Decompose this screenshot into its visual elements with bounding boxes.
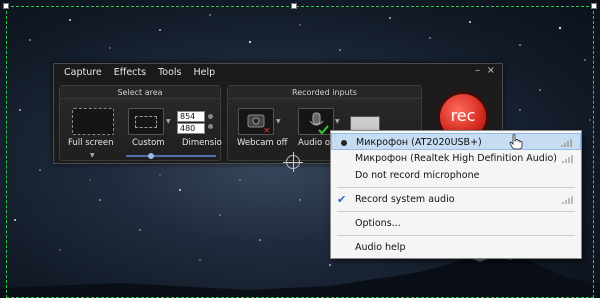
menu-item-label: Record system audio (355, 194, 455, 205)
menu-item-no-mic[interactable]: Do not record microphone (331, 167, 581, 184)
dashed-rect-icon (135, 116, 157, 128)
menu-item-label: Do not record microphone (355, 170, 480, 181)
webcam-off-icon: × (247, 114, 271, 136)
chevron-down-icon[interactable]: ▼ (90, 152, 95, 159)
menu-item-label: Audio help (355, 242, 406, 253)
dimension-label: Dimensio (182, 138, 222, 148)
signal-bars-icon (561, 139, 572, 147)
radio-selected-icon (341, 140, 347, 146)
area-slider[interactable] (126, 153, 216, 159)
recorded-inputs-title: Recorded inputs (228, 86, 421, 99)
menu-item-mic-realtek[interactable]: Микрофон (Realtek High Definition Audio) (331, 150, 581, 167)
webcam-dropdown-icon[interactable]: ▼ (276, 118, 281, 125)
audio-dropdown-icon[interactable]: ▼ (335, 118, 340, 125)
signal-bars-icon (562, 196, 573, 204)
signal-bars-icon (562, 155, 573, 163)
menu-separator (337, 187, 575, 188)
menu-item-label: Микрофон (AT2020USB+) (356, 137, 482, 148)
width-input[interactable]: 854 (177, 111, 205, 122)
swap-icon[interactable] (208, 124, 213, 129)
height-input[interactable]: 480 (177, 123, 205, 134)
minimize-button[interactable]: – (475, 65, 480, 76)
menu-tools[interactable]: Tools (152, 67, 187, 78)
hand-cursor-icon (509, 134, 523, 150)
custom-area-button[interactable] (128, 108, 164, 135)
menu-capture[interactable]: Capture (58, 67, 108, 78)
menu-item-audio-help[interactable]: Audio help (331, 239, 581, 256)
audio-input-menu: Микрофон (AT2020USB+) Микрофон (Realtek … (330, 130, 582, 259)
menu-separator (337, 235, 575, 236)
area-slider-knob[interactable] (148, 153, 154, 159)
full-screen-label: Full screen (68, 138, 114, 148)
selection-handle-top-left[interactable] (3, 3, 9, 9)
menu-effects[interactable]: Effects (108, 67, 152, 78)
custom-dropdown-icon[interactable]: ▼ (166, 118, 171, 125)
menu-item-system-audio[interactable]: ✔ Record system audio (331, 191, 581, 208)
checkmark-icon: ✔ (337, 193, 347, 206)
close-button[interactable]: × (487, 65, 495, 76)
select-area-panel: Select area Full screen ▼ ▼ Custom 854 4… (59, 85, 222, 161)
selection-handle-top-right[interactable] (591, 3, 597, 9)
selection-handle-top-center[interactable] (291, 3, 297, 9)
menu-separator (337, 211, 575, 212)
menu-item-label: Микрофон (Realtek High Definition Audio) (355, 153, 557, 164)
menu-item-options[interactable]: Options... (331, 215, 581, 232)
full-screen-button[interactable] (72, 108, 114, 135)
webcam-label: Webcam off (237, 138, 288, 148)
lock-ratio-icon[interactable] (208, 114, 213, 119)
custom-label: Custom (132, 138, 165, 148)
webcam-button[interactable]: × (238, 108, 274, 136)
menu-item-label: Options... (355, 218, 401, 229)
crosshair-icon (283, 152, 303, 172)
menu-help[interactable]: Help (187, 67, 221, 78)
audio-button[interactable] (298, 108, 334, 135)
select-area-title: Select area (60, 86, 220, 99)
menu-item-mic-at2020[interactable]: Микрофон (AT2020USB+) (331, 133, 581, 150)
menu-bar: Capture Effects Tools Help (54, 64, 502, 81)
svg-text:×: × (263, 126, 271, 136)
